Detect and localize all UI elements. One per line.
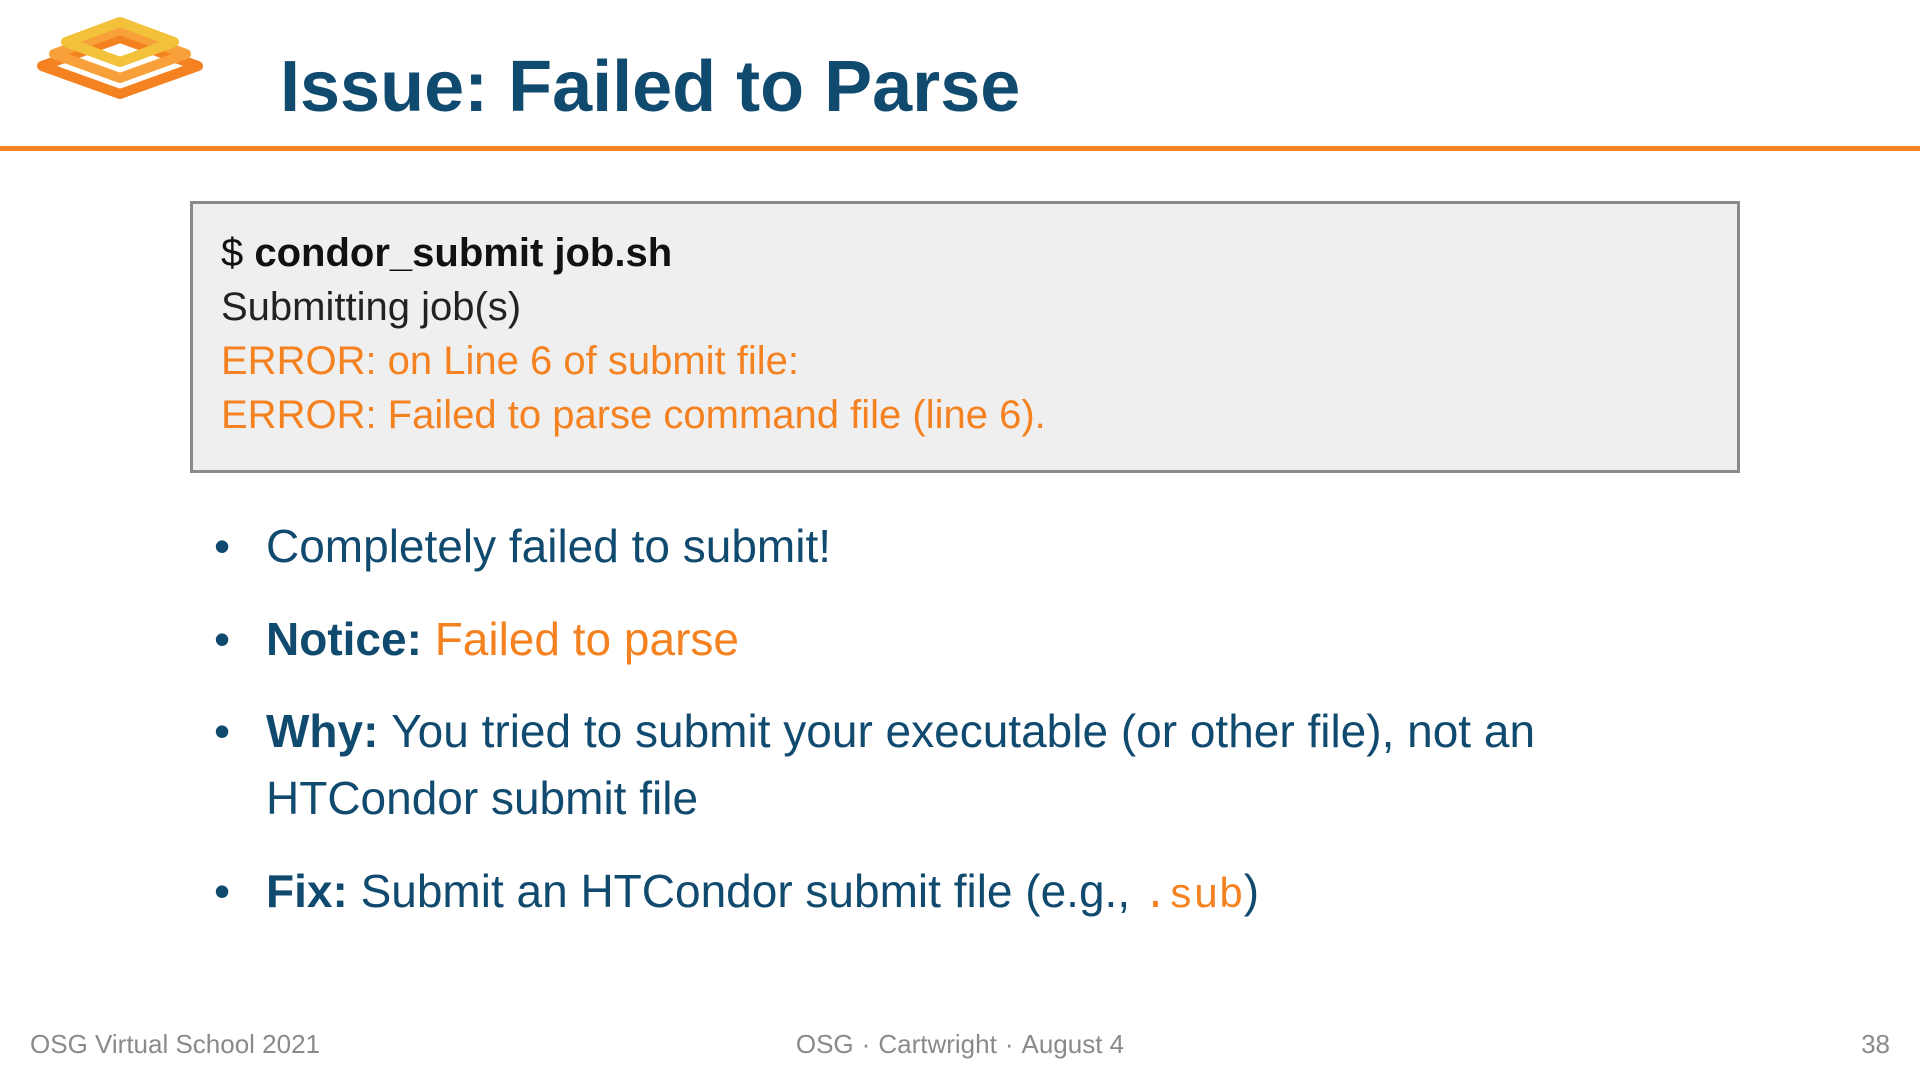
slide-title: Issue: Failed to Parse xyxy=(280,18,1920,128)
footer-separator-2: · xyxy=(997,1029,1022,1059)
bullet-3-text: You tried to submit your executable (or … xyxy=(266,705,1535,824)
slide: Issue: Failed to Parse $ condor_submit j… xyxy=(0,0,1920,1080)
terminal-error-line-2: ERROR: Failed to parse command file (lin… xyxy=(221,388,1709,442)
bullet-4-text-b: ) xyxy=(1244,865,1259,917)
terminal-error-line-1: ERROR: on Line 6 of submit file: xyxy=(221,334,1709,388)
bullet-1: Completely failed to submit! xyxy=(200,513,1740,580)
footer-page-number: 38 xyxy=(1861,1029,1890,1060)
slide-body: $ condor_submit job.sh Submitting job(s)… xyxy=(0,151,1920,927)
shell-prompt: $ xyxy=(221,231,254,275)
bullet-4-text-a: Submit an HTCondor submit file (e.g., xyxy=(361,865,1143,917)
terminal-line-2: Submitting job(s) xyxy=(221,280,1709,334)
bullet-1-text: Completely failed to submit! xyxy=(266,520,831,572)
footer-org: OSG xyxy=(796,1029,854,1059)
slide-footer: OSG Virtual School 2021 OSG·Cartwright·A… xyxy=(0,1029,1920,1060)
bullet-2-detail: Failed to parse xyxy=(435,613,739,665)
terminal-output-box: $ condor_submit job.sh Submitting job(s)… xyxy=(190,201,1740,473)
bullet-2: Notice: Failed to parse xyxy=(200,606,1740,673)
slide-header: Issue: Failed to Parse xyxy=(0,0,1920,151)
footer-center: OSG·Cartwright·August 4 xyxy=(796,1029,1124,1060)
bullet-4-label: Fix: xyxy=(266,865,361,917)
osg-logo-icon xyxy=(10,0,230,120)
bullet-4-code: .sub xyxy=(1143,872,1244,920)
bullet-2-label: Notice: xyxy=(266,613,435,665)
bullet-4: Fix: Submit an HTCondor submit file (e.g… xyxy=(200,858,1740,927)
footer-date: August 4 xyxy=(1021,1029,1124,1059)
bullet-3-label: Why: xyxy=(266,705,391,757)
bullet-3: Why: You tried to submit your executable… xyxy=(200,698,1740,831)
bullet-list: Completely failed to submit! Notice: Fai… xyxy=(190,513,1740,927)
shell-command: condor_submit job.sh xyxy=(254,231,672,275)
terminal-line-1: $ condor_submit job.sh xyxy=(221,226,1709,280)
footer-left: OSG Virtual School 2021 xyxy=(30,1029,320,1060)
footer-author: Cartwright xyxy=(878,1029,996,1059)
footer-separator-1: · xyxy=(854,1029,879,1059)
title-divider xyxy=(0,146,1920,151)
